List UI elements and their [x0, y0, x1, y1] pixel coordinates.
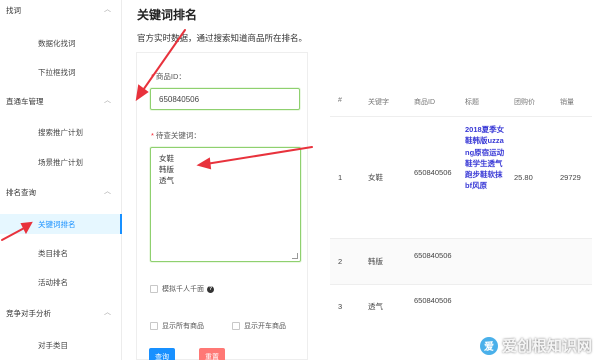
resize-handle[interactable] — [292, 253, 298, 259]
table-row[interactable]: 3 透气 650840506 — [330, 284, 592, 330]
table-row[interactable]: 2 韩版 650840506 — [330, 238, 592, 284]
sidebar-group-label: 排名查询 — [6, 187, 36, 197]
row-index: 3 — [338, 302, 343, 311]
sidebar-item-search-plan[interactable]: 搜索推广计划 — [0, 122, 122, 142]
column-header: # — [338, 97, 342, 104]
sidebar-item-scene-plan[interactable]: 场景推广计划 — [0, 152, 122, 172]
show-car-checkbox[interactable] — [232, 322, 240, 330]
sidebar-group-car-management[interactable]: 直通车管理 ︿ — [0, 91, 122, 111]
page-description: 官方实时数据，通过搜索知道商品所在排名。 — [137, 33, 308, 43]
simulate-checkbox[interactable] — [150, 285, 158, 293]
chevron-up-icon: ︿ — [104, 6, 111, 13]
simulate-option[interactable]: 模拟千人千面 ? — [150, 284, 214, 294]
results-table: # 关键字 商品ID 标题 团购价 销量 1 女鞋 650840506 2018… — [330, 86, 592, 336]
show-car-label: 显示开车商品 — [244, 323, 286, 330]
product-id-label: * 商品ID： — [151, 71, 186, 82]
sidebar-item-activity-rank[interactable]: 活动排名 — [0, 272, 122, 292]
column-header: 销量 — [560, 99, 574, 106]
row-index: 1 — [338, 173, 343, 182]
column-header: 关键字 — [368, 99, 389, 106]
chevron-up-icon: ︿ — [104, 97, 111, 104]
row-product-id: 650840506 — [414, 168, 452, 177]
sidebar-item-label: 关键词排名 — [38, 219, 76, 229]
watermark: 爱 爱创根知识网 — [479, 335, 592, 356]
sidebar-item-category-rank[interactable]: 类目排名 — [0, 243, 122, 263]
sidebar-item-keyword-rank[interactable]: 关键词排名 — [0, 214, 122, 234]
help-icon[interactable]: ? — [207, 285, 214, 293]
show-all-label: 显示所有商品 — [162, 323, 204, 330]
sidebar-item-label: 搜索推广计划 — [38, 127, 83, 137]
chevron-up-icon: ︿ — [104, 188, 111, 195]
show-all-checkbox[interactable] — [150, 322, 158, 330]
required-mark: * — [151, 131, 154, 140]
column-header: 标题 — [465, 99, 479, 106]
show-all-option[interactable]: 显示所有商品 — [150, 321, 204, 331]
sidebar-group-competitor[interactable]: 竞争对手分析 ︿ — [0, 303, 122, 323]
sidebar-item-label: 类目排名 — [38, 248, 68, 258]
sidebar-item-dropdown-find[interactable]: 下拉框找词 — [0, 62, 122, 82]
submit-button[interactable]: 查询 — [149, 348, 175, 360]
row-title-link[interactable]: 2018夏季女鞋韩版uzzang原宿运动鞋学生透气跑步鞋软抹bf风原 — [465, 124, 505, 192]
column-header: 商品ID — [414, 99, 435, 106]
sidebar-group-label: 找词 — [6, 5, 21, 15]
sidebar-item-data-find[interactable]: 数据化找词 — [0, 33, 122, 53]
keywords-label-text: 待查关键词： — [155, 131, 201, 140]
row-price: 25.80 — [514, 173, 533, 182]
product-id-input[interactable] — [150, 88, 300, 110]
keywords-label: * 待查关键词： — [151, 130, 201, 141]
page-title: 关键词排名 — [137, 8, 198, 22]
sidebar-item-competitor-category[interactable]: 对手类目 — [0, 335, 122, 355]
simulate-label: 模拟千人千面 — [162, 286, 204, 293]
row-keyword: 韩版 — [368, 257, 383, 266]
watermark-logo-icon: 爱 — [479, 336, 498, 355]
sidebar-item-label: 场景推广计划 — [38, 157, 83, 167]
show-car-option[interactable]: 显示开车商品 — [232, 321, 286, 331]
product-id-label-text: 商品ID： — [155, 72, 186, 81]
table-header: # 关键字 商品ID 标题 团购价 销量 — [330, 86, 592, 116]
row-index: 2 — [338, 257, 343, 266]
sidebar-group-label: 直通车管理 — [6, 96, 44, 106]
sidebar-item-label: 对手类目 — [38, 340, 68, 350]
sidebar-item-label: 下拉框找词 — [38, 67, 76, 77]
row-keyword: 透气 — [368, 302, 383, 311]
table-row[interactable]: 1 女鞋 650840506 2018夏季女鞋韩版uzzang原宿运动鞋学生透气… — [330, 116, 592, 238]
keyword-line: 透气 — [159, 176, 174, 185]
chevron-up-icon: ︿ — [104, 309, 111, 316]
keywords-textarea[interactable]: 女鞋 韩版 透气 — [150, 147, 301, 262]
row-keyword: 女鞋 — [368, 173, 383, 182]
sidebar-group-rank-query[interactable]: 排名查询 ︿ — [0, 182, 122, 202]
sidebar-nav: 找词 ︿ 数据化找词 下拉框找词 直通车管理 ︿ 搜索推广计划 场景推广计划 排… — [0, 0, 122, 360]
keyword-line: 女鞋 — [159, 154, 174, 163]
sidebar-item-label: 活动排名 — [38, 277, 68, 287]
query-form: *商品ID： *待查关键词： 女鞋 韩版 透气 模拟千人千面 ? 显示所有商品 … — [136, 52, 308, 360]
row-product-id: 650840506 — [414, 296, 452, 305]
sidebar-item-label: 数据化找词 — [38, 38, 76, 48]
watermark-text: 爱创根知识网 — [501, 338, 592, 355]
sidebar-group-label: 竞争对手分析 — [6, 308, 51, 318]
row-product-id: 650840506 — [414, 251, 452, 260]
sidebar-group-find-words[interactable]: 找词 ︿ — [0, 0, 122, 20]
required-mark: * — [151, 72, 154, 81]
column-header: 团购价 — [514, 99, 535, 106]
row-sales: 29729 — [560, 173, 581, 182]
main-content: 关键词排名 官方实时数据，通过搜索知道商品所在排名。 *商品ID： *待查关键词… — [122, 0, 600, 360]
keyword-line: 韩版 — [159, 165, 174, 174]
reset-button[interactable]: 重置 — [199, 348, 225, 360]
